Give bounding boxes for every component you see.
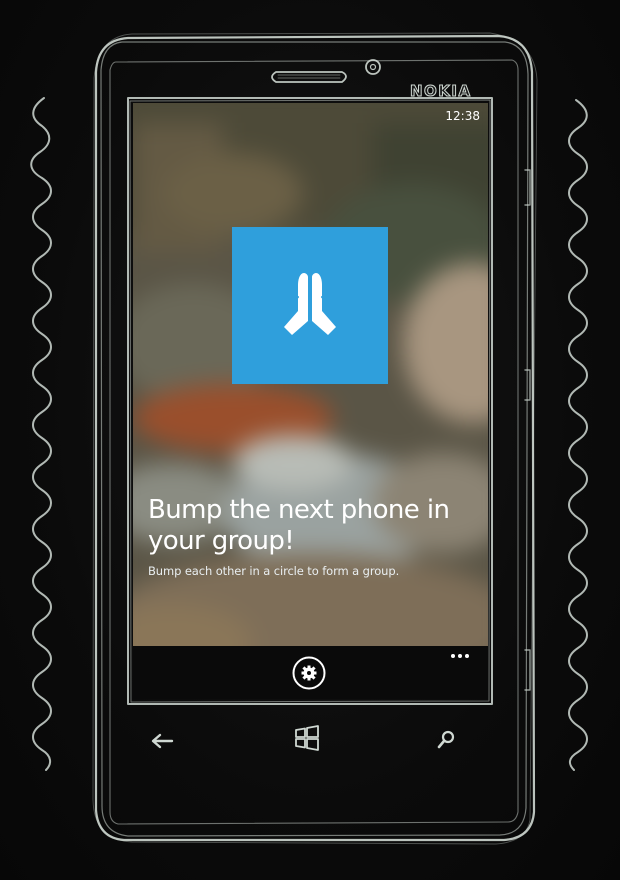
- more-options-button[interactable]: [440, 646, 480, 670]
- earpiece: [271, 71, 347, 83]
- blurred-background-photo: [133, 103, 488, 683]
- nokia-logo: NOKIA: [410, 82, 472, 101]
- windows-logo-icon: [295, 725, 319, 751]
- settings-button[interactable]: [292, 656, 326, 690]
- praying-hands-icon: [284, 273, 336, 335]
- app-tile: [232, 227, 388, 384]
- left-squiggle: [30, 97, 52, 771]
- phone-screen: 12:38 Bump the next phone in your group!…: [133, 103, 488, 699]
- start-button[interactable]: [287, 722, 327, 754]
- subheadline: Bump each other in a circle to form a gr…: [148, 564, 400, 578]
- front-camera: [365, 59, 381, 75]
- ellipsis-icon: [451, 654, 469, 658]
- right-squiggle: [568, 99, 588, 771]
- status-time: 12:38: [445, 109, 480, 123]
- app-bar: [133, 646, 488, 699]
- headline: Bump the next phone in your group!: [148, 495, 450, 556]
- back-arrow-icon: [151, 733, 174, 749]
- back-button[interactable]: [142, 724, 182, 756]
- page: NOKIA 12:38 Bump the next phone in your …: [0, 0, 620, 880]
- search-button[interactable]: [426, 724, 466, 756]
- gear-icon: [292, 656, 326, 690]
- search-icon: [437, 730, 455, 749]
